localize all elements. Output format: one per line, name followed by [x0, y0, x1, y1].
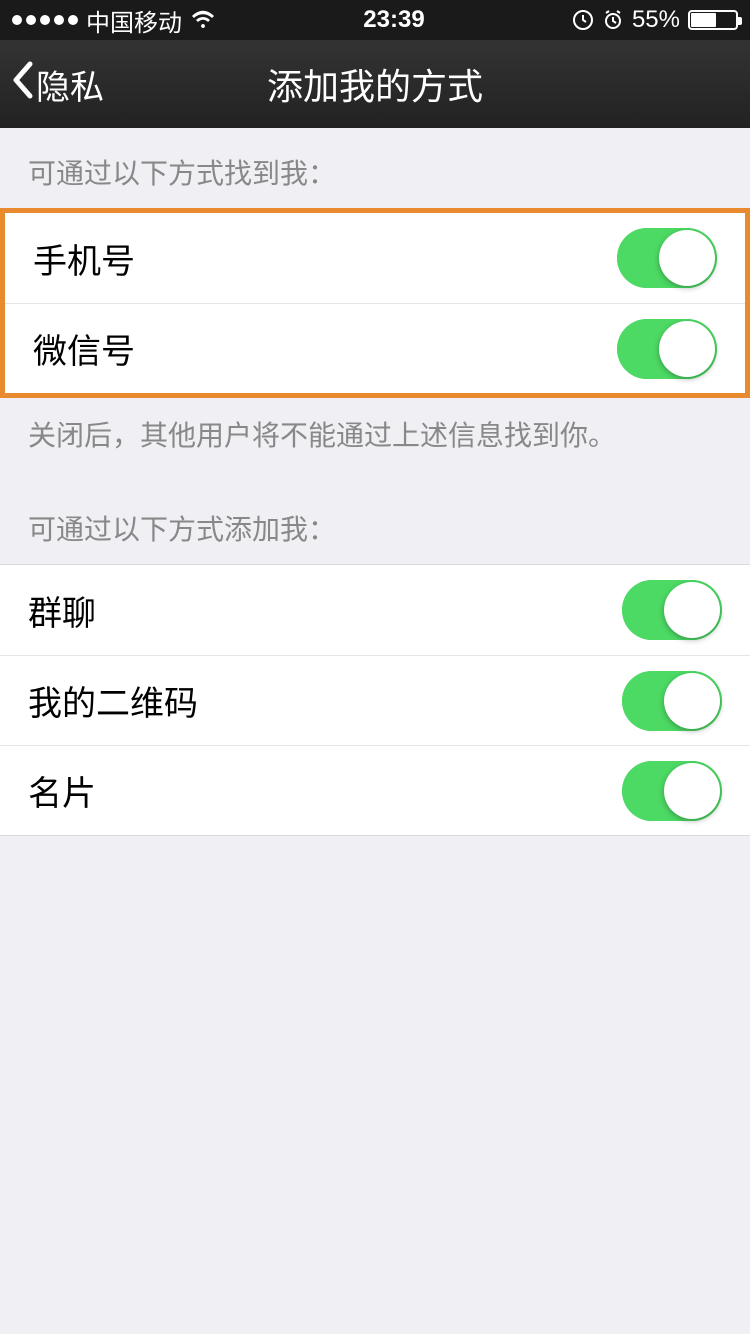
toggle-phone-number[interactable]	[617, 228, 717, 288]
toggle-name-card[interactable]	[622, 761, 722, 821]
row-group-chat: 群聊	[0, 565, 750, 655]
status-time: 23:39	[363, 6, 424, 34]
chevron-left-icon	[10, 60, 34, 109]
add-me-list: 群聊 我的二维码 名片	[0, 564, 750, 836]
signal-strength-icon	[12, 15, 78, 25]
battery-percent: 55%	[632, 6, 680, 34]
row-qr-code: 我的二维码	[0, 655, 750, 745]
page-title: 添加我的方式	[267, 58, 483, 110]
row-label: 微信号	[33, 324, 135, 373]
toggle-group-chat[interactable]	[622, 580, 722, 640]
highlight-annotation: 手机号 微信号	[0, 208, 750, 398]
row-label: 我的二维码	[28, 676, 198, 725]
row-name-card: 名片	[0, 745, 750, 835]
section1-header: 可通过以下方式找到我：	[0, 128, 750, 208]
carrier-label: 中国移动	[86, 3, 182, 38]
row-phone-number: 手机号	[5, 213, 745, 303]
row-label: 手机号	[33, 234, 135, 283]
alarm-icon	[602, 9, 624, 31]
toggle-qr-code[interactable]	[622, 671, 722, 731]
section2-header: 可通过以下方式添加我：	[0, 478, 750, 564]
back-label: 隐私	[36, 60, 104, 109]
nav-bar: 隐私 添加我的方式	[0, 40, 750, 128]
section1-footer: 关闭后，其他用户将不能通过上述信息找到你。	[0, 398, 750, 478]
rotation-lock-icon	[572, 9, 594, 31]
status-right: 55%	[572, 6, 738, 34]
back-button[interactable]: 隐私	[10, 60, 104, 109]
wifi-icon	[190, 10, 216, 30]
row-wechat-id: 微信号	[5, 303, 745, 393]
toggle-wechat-id[interactable]	[617, 319, 717, 379]
status-left: 中国移动	[12, 3, 216, 38]
row-label: 名片	[28, 766, 96, 815]
status-bar: 中国移动 23:39 55%	[0, 0, 750, 40]
battery-icon	[688, 10, 738, 30]
row-label: 群聊	[28, 586, 96, 635]
find-me-list: 手机号 微信号	[5, 213, 745, 393]
